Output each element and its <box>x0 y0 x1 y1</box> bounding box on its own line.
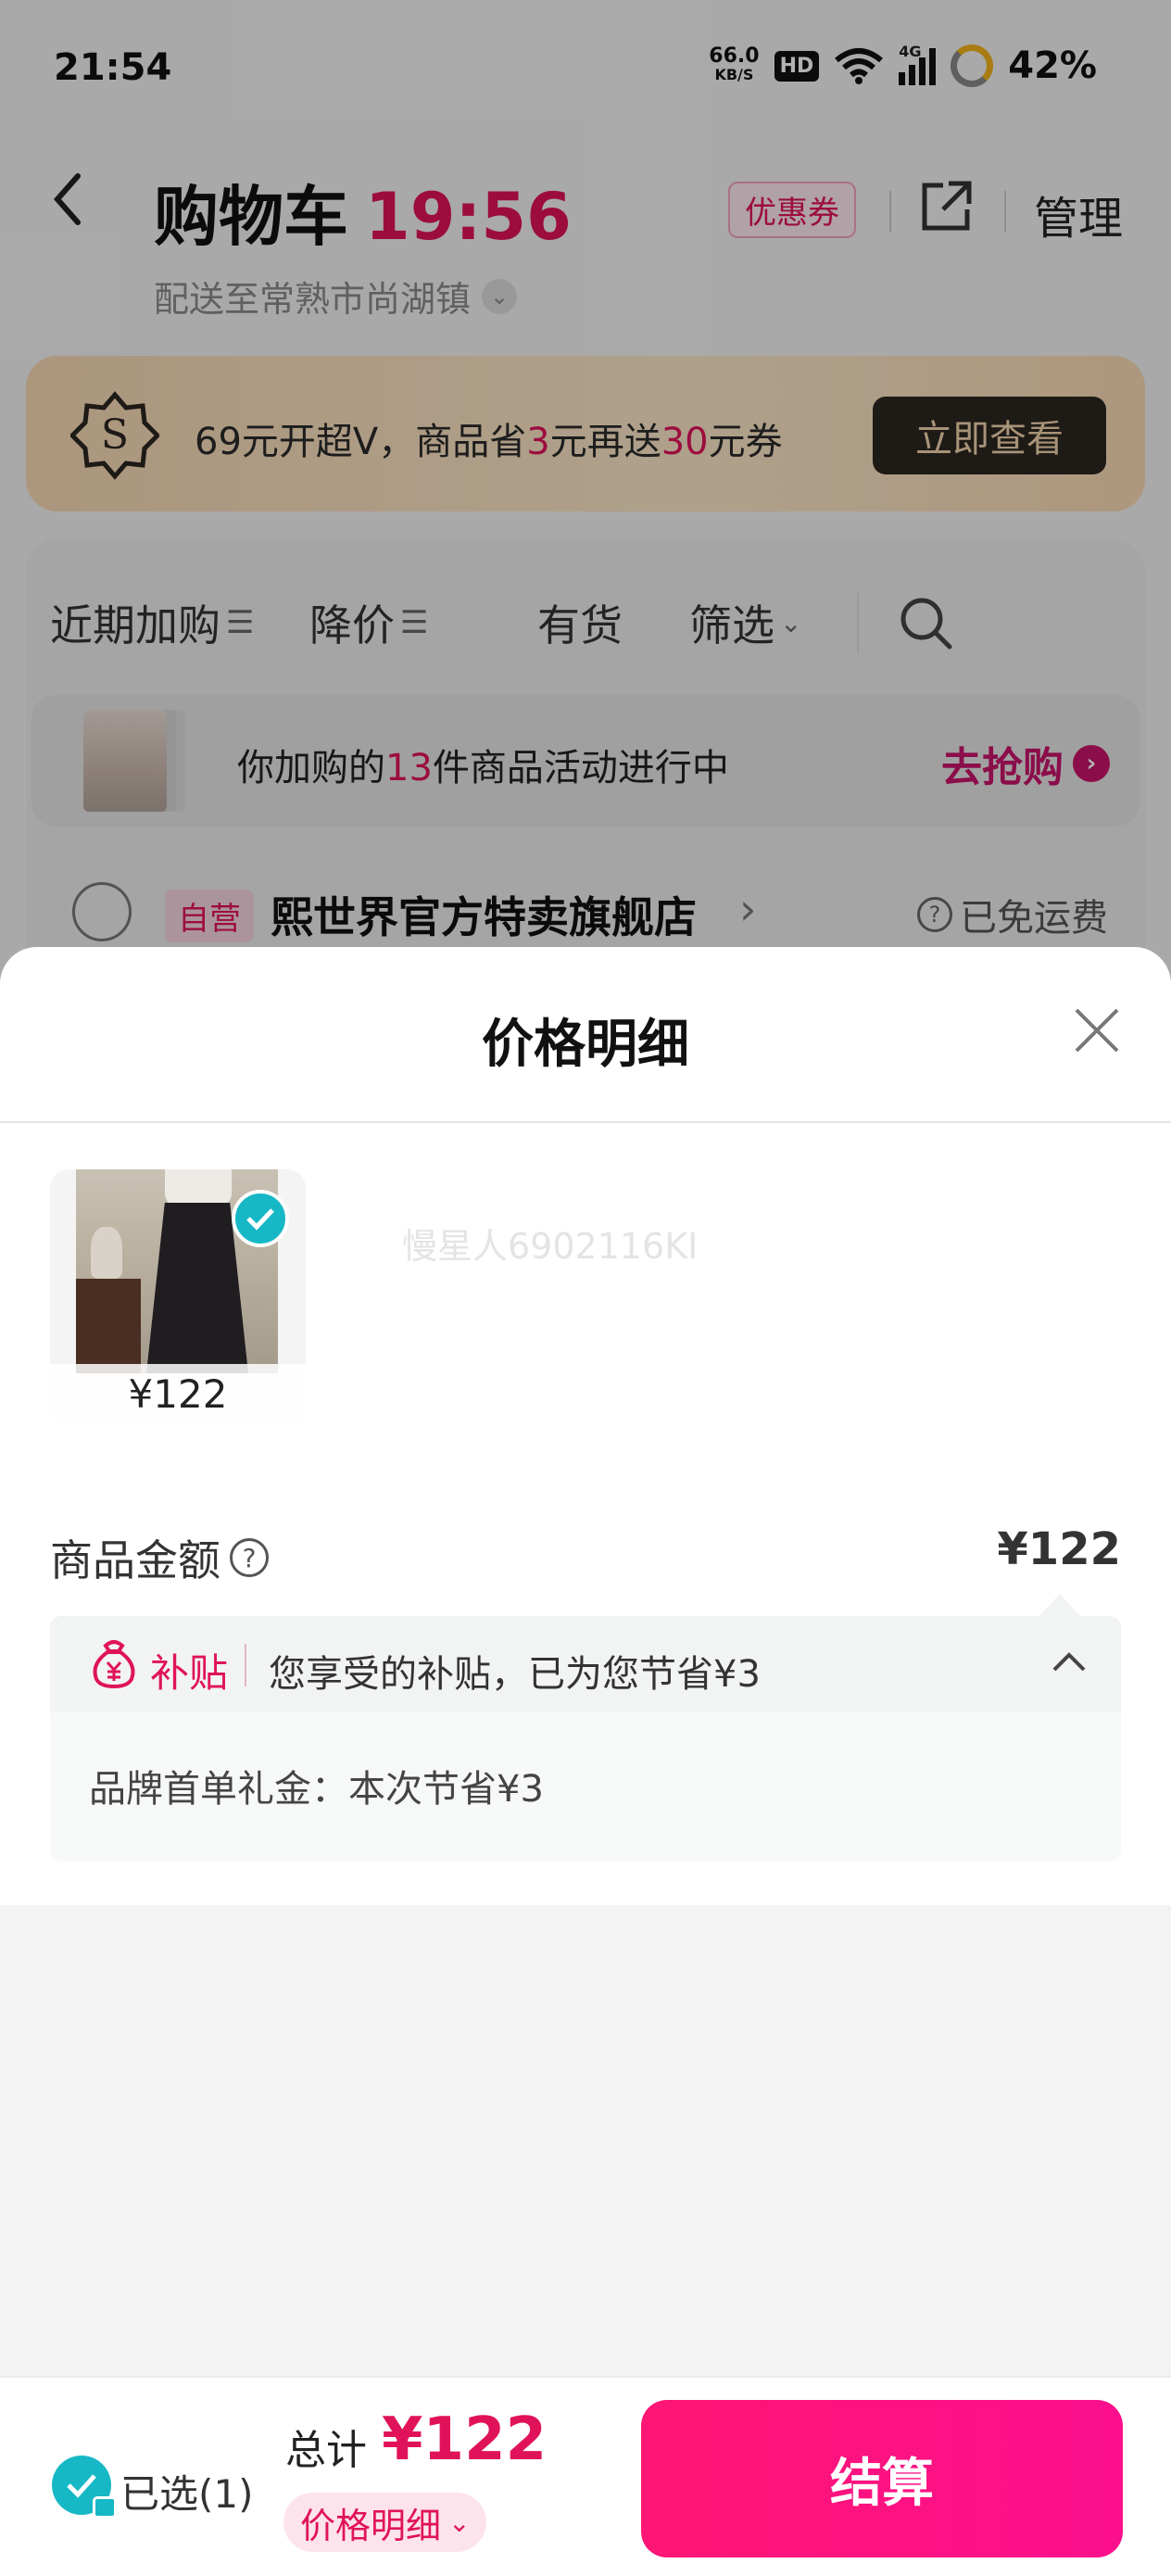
product-price: ¥122 <box>50 1364 306 1425</box>
subsidy-detail: 品牌首单礼金：本次节省¥3 <box>89 1768 544 1811</box>
chevron-up-icon[interactable] <box>1051 1648 1088 1675</box>
item-amount-row: 商品金额 ? ¥122 <box>50 1522 1121 1586</box>
checkmark-icon <box>232 1190 289 1247</box>
price-detail-label: 价格明细 <box>300 2505 442 2546</box>
item-amount-label-text: 商品金额 <box>50 1535 220 1585</box>
price-detail-toggle[interactable]: 价格明细 ⌄ <box>283 2493 487 2552</box>
item-amount-label: 商品金额 ? <box>50 1527 269 1588</box>
selected-count[interactable]: 已选(1) <box>120 2463 254 2519</box>
subsidy-pointer <box>1039 1594 1080 1616</box>
checkout-bar: 已选(1) 总计 ¥122 价格明细 ⌄ 结算 <box>0 2376 1171 2576</box>
item-amount-value: ¥122 <box>997 1523 1121 1575</box>
subsidy-brand: 补贴 <box>150 1650 229 1696</box>
money-bag-icon <box>93 1640 135 1689</box>
subsidy-description: 您享受的补贴，已为您节省¥3 <box>269 1653 761 1696</box>
price-detail-sheet: 价格明细 ¥122 慢星人6902116KI 商品金额 ? ¥122 补贴 您享… <box>0 947 1171 2576</box>
image-detail <box>165 1169 232 1206</box>
subsidy-box: 补贴 您享受的补贴，已为您节省¥3 品牌首单礼金：本次节省¥3 <box>50 1594 1121 1861</box>
image-detail <box>76 1279 141 1373</box>
chevron-down-icon: ⌄ <box>448 2507 471 2538</box>
sheet-divider <box>0 1121 1171 1123</box>
subsidy-divider <box>245 1644 246 1686</box>
help-icon[interactable]: ? <box>230 1538 269 1577</box>
image-watermark: 慢星人6902116KI <box>402 1226 699 1267</box>
close-icon[interactable] <box>1071 1004 1123 1056</box>
subsidy-header[interactable]: 补贴 您享受的补贴，已为您节省¥3 <box>50 1616 1121 1712</box>
lock-icon <box>93 2496 117 2519</box>
total-value: ¥122 <box>382 2406 548 2474</box>
sheet-title: 价格明细 <box>482 1015 689 1075</box>
dim-overlay[interactable] <box>0 0 1171 1019</box>
total-label: 总计 <box>285 2427 367 2474</box>
sheet-content: 价格明细 ¥122 慢星人6902116KI 商品金额 ? ¥122 补贴 您享… <box>0 947 1171 1905</box>
image-detail <box>91 1227 122 1279</box>
checkout-button[interactable]: 结算 <box>641 2400 1123 2557</box>
